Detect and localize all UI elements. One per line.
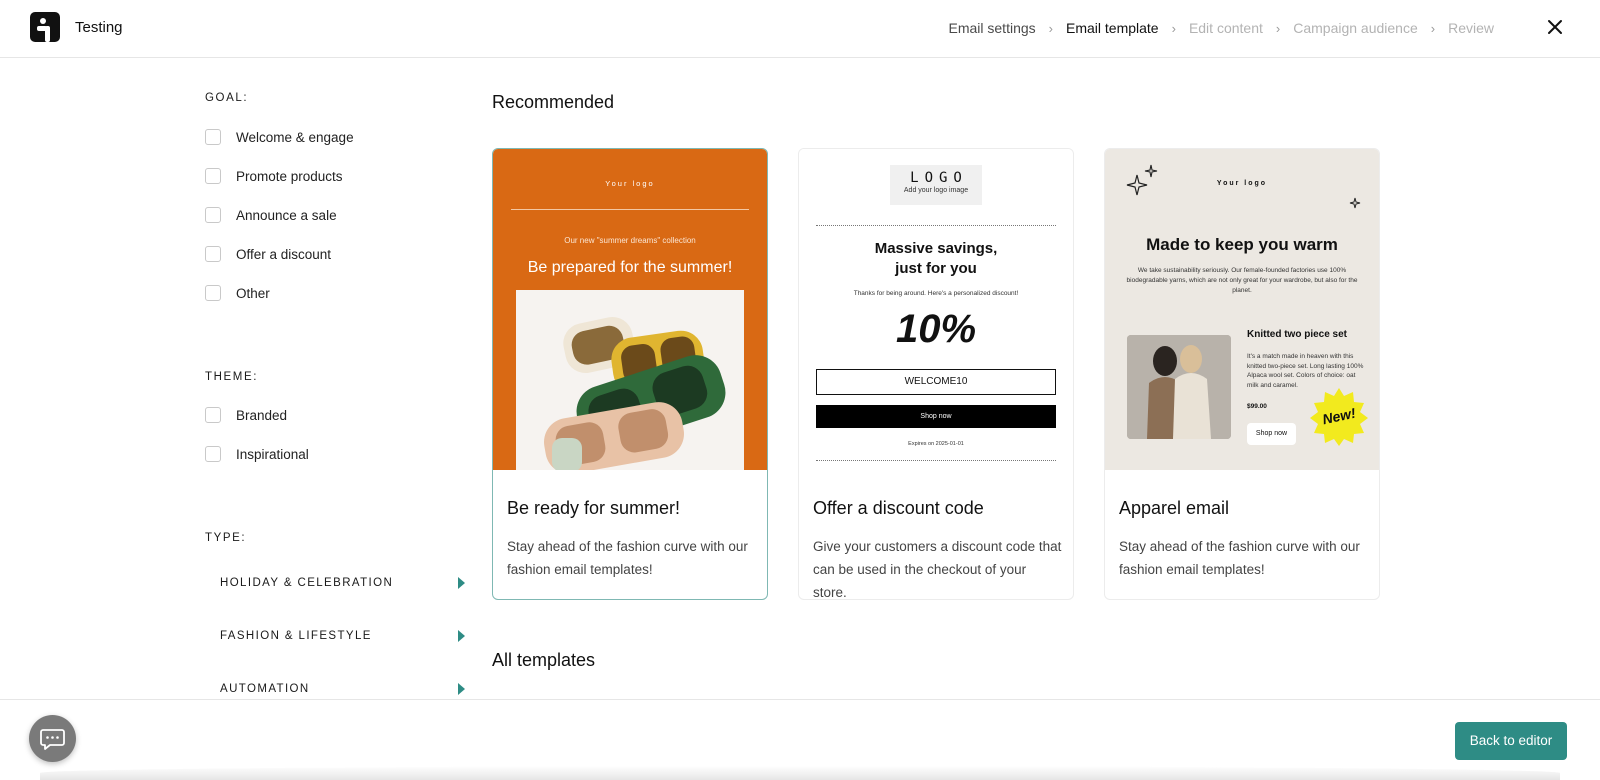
discount-code: WELCOME10 [816,369,1056,395]
product-title: Knitted two piece set [1247,329,1348,340]
template-preview: Your logo Made to keep you warm We take … [1105,149,1379,470]
template-card-discount[interactable]: LOGO Add your logo image Massive savings… [798,148,1074,600]
preview-body: We take sustainability seriously. Our fe… [1126,267,1358,294]
type-item-label: AUTOMATION [220,683,310,695]
checkbox[interactable] [205,246,221,262]
card-description: Give your customers a discount code that… [813,539,1062,600]
step-campaign-audience: Campaign audience [1293,20,1418,36]
caret-right-icon [458,630,465,642]
checkbox[interactable] [205,407,221,423]
card-title: Offer a discount code [813,498,984,518]
checkbox-label: Promote products [236,168,343,184]
chat-icon [40,729,65,750]
chevron-right-icon: › [1275,20,1281,36]
type-filter-title: TYPE: [205,532,247,544]
sunglasses-image [516,290,744,470]
preview-headline: Massive savings, just for you [799,239,1073,279]
logo-placeholder: LOGO Add your logo image [890,165,982,205]
checkbox-label: Branded [236,407,288,423]
divider [816,460,1056,461]
type-item-label: FASHION & LIFESTYLE [220,630,372,642]
headline-line-1: Massive savings, [874,240,998,257]
footer-shadow [40,766,1560,780]
close-icon [1548,20,1562,34]
template-card-summer[interactable]: Your logo Our new "summer dreams" collec… [492,148,768,600]
top-bar: Testing Email settings › Email template … [0,0,1600,58]
preview-shop-button: Shop now [1247,423,1296,445]
theme-option-branded[interactable]: Branded [205,405,287,425]
preview-logo-hint: Add your logo image [903,187,969,194]
checkbox-label: Announce a sale [236,207,337,223]
checkbox-label: Offer a discount [236,246,332,262]
step-edit-content: Edit content [1188,20,1263,36]
chevron-right-icon: › [1430,20,1436,36]
checkbox[interactable] [205,129,221,145]
preview-headline: Be prepared for the summer! [527,259,733,276]
type-item-automation[interactable]: AUTOMATION [220,679,465,699]
checkbox-label: Welcome & engage [236,129,354,145]
checkbox[interactable] [205,285,221,301]
preview-thanks: Thanks for being around. Here's a person… [853,290,1019,297]
caret-right-icon [458,577,465,589]
chevron-right-icon: › [1171,20,1176,36]
step-email-settings[interactable]: Email settings [949,20,1036,36]
template-preview: Your logo Our new "summer dreams" collec… [493,149,767,470]
preview-kicker: Our new "summer dreams" collection [564,236,696,245]
divider [816,225,1056,226]
checkbox-label: Inspirational [236,446,309,462]
preview-logo: Your logo [605,179,655,188]
chevron-right-icon: › [1048,20,1053,36]
expiry-text: Expires on 2025-01-01 [908,441,964,447]
all-templates-heading: All templates [492,650,596,670]
goal-filter-title: GOAL: [205,92,249,104]
goal-option-sale[interactable]: Announce a sale [205,205,337,225]
step-email-template[interactable]: Email template [1066,20,1159,36]
card-title: Be ready for summer! [507,498,681,518]
step-review: Review [1448,20,1494,36]
close-button[interactable] [1544,16,1566,38]
goal-option-other[interactable]: Other [205,283,270,303]
product-description: It's a match made in heaven with this kn… [1247,353,1364,389]
back-to-editor-button[interactable]: Back to editor [1455,722,1567,760]
preview-logo: Your logo [1216,180,1268,187]
app-logo[interactable] [30,12,60,42]
template-card-apparel[interactable]: Your logo Made to keep you warm We take … [1104,148,1380,600]
new-badge: New! [1308,386,1370,448]
discount-value: 10% [895,307,977,351]
caret-right-icon [458,683,465,695]
theme-option-inspirational[interactable]: Inspirational [205,444,309,464]
checkbox-label: Other [236,285,270,301]
wizard-breadcrumb: Email settings › Email template › Edit c… [949,20,1495,36]
preview-headline: Made to keep you warm [1146,235,1338,254]
goal-option-welcome[interactable]: Welcome & engage [205,127,354,147]
preview-logo: LOGO [910,170,968,186]
template-preview: LOGO Add your logo image Massive savings… [799,149,1073,470]
preview-shop-button: Shop now [816,405,1056,428]
goal-option-promote[interactable]: Promote products [205,166,343,186]
type-item-label: HOLIDAY & CELEBRATION [220,577,394,589]
checkbox[interactable] [205,446,221,462]
sparkle-icon [1349,197,1361,209]
checkbox[interactable] [205,207,221,223]
apparel-models-image [1127,335,1231,439]
goal-option-discount[interactable]: Offer a discount [205,244,331,264]
filter-sidebar: GOAL: Welcome & engage Promote products … [205,58,465,699]
product-price: $99.00 [1247,403,1267,410]
chat-support-button[interactable] [29,715,76,762]
type-item-holiday[interactable]: HOLIDAY & CELEBRATION [220,573,465,593]
card-description: Stay ahead of the fashion curve with our… [507,539,748,577]
bottom-bar [0,699,1600,780]
type-item-fashion[interactable]: FASHION & LIFESTYLE [220,626,465,646]
theme-filter-title: THEME: [205,371,259,383]
checkbox[interactable] [205,168,221,184]
recommended-heading: Recommended [492,92,615,112]
divider [511,209,749,210]
headline-line-2: just for you [895,260,977,277]
card-title: Apparel email [1119,498,1230,518]
campaign-title: Testing [75,19,123,36]
card-description: Stay ahead of the fashion curve with our… [1119,539,1360,577]
